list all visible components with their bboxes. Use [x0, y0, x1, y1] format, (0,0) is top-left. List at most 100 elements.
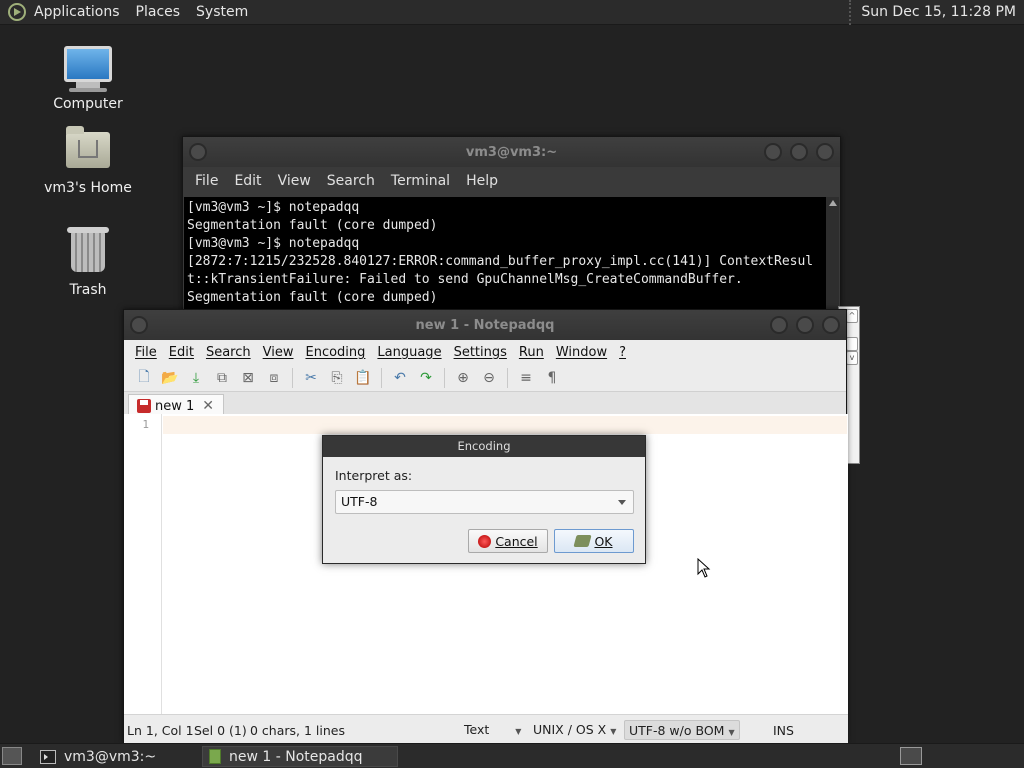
chevron-down-icon: ▼ [515, 727, 522, 736]
terminal-menu-terminal[interactable]: Terminal [383, 173, 458, 189]
terminal-output[interactable]: [vm3@vm3 ~]$ notepadqq Segmentation fault… [184, 197, 827, 313]
line-ending-selector[interactable]: UNIX / OS X ▼ [529, 720, 620, 740]
tab-close-icon[interactable]: ✕ [202, 398, 214, 414]
line-ending-value: UNIX / OS X [533, 722, 607, 737]
window-menu-icon[interactable] [130, 316, 148, 334]
save-all-icon[interactable]: ⧉ [212, 368, 232, 388]
encoding-selector[interactable]: UTF-8 w/o BOM ▼ [624, 720, 740, 740]
language-value: Text [464, 722, 490, 737]
chevron-down-icon[interactable]: v [846, 351, 858, 365]
encoding-select[interactable]: UTF-8 [335, 490, 634, 514]
terminal-icon [40, 749, 56, 764]
ok-button[interactable]: OK [554, 529, 634, 553]
menu-encoding[interactable]: Encoding [297, 345, 369, 360]
chevron-up-icon[interactable]: ^ [846, 309, 858, 323]
menu-settings[interactable]: Settings [446, 345, 511, 360]
show-desktop-icon[interactable] [2, 747, 22, 765]
window-menu-icon[interactable] [189, 143, 207, 161]
statusbar: Ln 1, Col 1 Sel 0 (1) 0 chars, 1 lines T… [124, 714, 848, 744]
terminal-line: [vm3@vm3 ~]$ notepadqq [187, 200, 360, 215]
ok-check-icon [573, 535, 593, 547]
cut-icon[interactable]: ✂ [301, 368, 321, 388]
clock[interactable]: Sun Dec 15, 11:28 PM [849, 0, 1024, 25]
language-selector[interactable]: Text ▼ [460, 720, 525, 740]
zoom-out-icon[interactable]: ⊖ [479, 368, 499, 388]
document-tabbar: new 1 ✕ [124, 392, 846, 417]
current-line-highlight [163, 416, 847, 434]
interpret-as-label: Interpret as: [335, 468, 413, 483]
menu-window[interactable]: Window [548, 345, 611, 360]
places-menu[interactable]: Places [128, 4, 189, 20]
close-all-icon[interactable]: ⧈ [264, 368, 284, 388]
taskbar-item-notepadqq[interactable]: new 1 - Notepadqq [202, 746, 398, 767]
save-icon[interactable]: ⤓ [186, 368, 206, 388]
insert-mode[interactable]: INS [773, 723, 794, 738]
copy-icon[interactable]: ⎘ [327, 368, 347, 388]
ok-label: OK [594, 533, 613, 549]
minimize-icon[interactable] [764, 143, 782, 161]
toolbar-separator [444, 367, 445, 388]
show-all-chars-icon[interactable]: ¶ [542, 368, 562, 388]
taskbar-item-terminal[interactable]: vm3@vm3:~ [34, 746, 200, 767]
menu-file[interactable]: File [127, 345, 161, 360]
toolbar-separator [507, 367, 508, 388]
encoding-value: UTF-8 w/o BOM [629, 723, 725, 738]
word-wrap-icon[interactable]: ≡ [516, 368, 536, 388]
computer-icon [64, 46, 112, 92]
close-file-icon[interactable]: ⊠ [238, 368, 258, 388]
notepadqq-titlebar[interactable]: new 1 - Notepadqq [124, 310, 846, 340]
minimize-icon[interactable] [770, 316, 788, 334]
unsaved-document-icon [137, 399, 151, 413]
terminal-scrollbar[interactable] [826, 197, 839, 313]
cursor-position: Ln 1, Col 1 [127, 723, 194, 738]
cancel-label: Cancel [495, 533, 538, 549]
terminal-titlebar[interactable]: vm3@vm3:~ [183, 137, 840, 167]
terminal-line: Segmentation fault (core dumped) [187, 290, 438, 305]
desktop-icon-label: Trash [69, 282, 107, 298]
terminal-menu-search[interactable]: Search [319, 173, 383, 189]
workspace-switcher-icon[interactable] [900, 747, 922, 765]
open-folder-icon[interactable]: 📂 [160, 368, 180, 388]
new-file-icon[interactable]: 🗋 [134, 368, 154, 388]
menu-view[interactable]: View [255, 345, 298, 360]
line-number: 1 [142, 418, 149, 431]
menu-run[interactable]: Run [511, 345, 548, 360]
notepadqq-icon [209, 749, 221, 764]
notepadqq-title: new 1 - Notepadqq [415, 317, 555, 333]
distro-logo-icon[interactable] [8, 3, 26, 21]
toolbar-separator [381, 367, 382, 388]
maximize-icon[interactable] [796, 316, 814, 334]
desktop-icon-trash[interactable]: Trash [33, 227, 143, 298]
selection-info: Sel 0 (1) [194, 723, 247, 738]
terminal-menu-file[interactable]: File [187, 173, 226, 189]
terminal-menu-edit[interactable]: Edit [226, 173, 269, 189]
menu-language[interactable]: Language [369, 345, 445, 360]
paste-icon[interactable]: 📋 [353, 368, 373, 388]
menu-edit[interactable]: Edit [161, 345, 198, 360]
menu-search[interactable]: Search [198, 345, 255, 360]
taskbar-item-label: vm3@vm3:~ [64, 748, 157, 765]
zoom-in-icon[interactable]: ⊕ [453, 368, 473, 388]
chevron-down-icon: ▼ [728, 728, 735, 737]
desktop-icon-computer[interactable]: Computer [33, 46, 143, 112]
desktop-icon-home[interactable]: vm3's Home [33, 126, 143, 196]
field-stub[interactable] [846, 337, 858, 351]
redo-icon[interactable]: ↷ [416, 368, 436, 388]
menu-help[interactable]: ? [611, 345, 630, 360]
maximize-icon[interactable] [790, 143, 808, 161]
system-menu[interactable]: System [188, 4, 256, 20]
terminal-menu-view[interactable]: View [270, 173, 319, 189]
cancel-icon [478, 534, 492, 548]
dialog-title[interactable]: Encoding [323, 436, 645, 457]
notepadqq-menubar: File Edit Search View Encoding Language … [124, 340, 846, 364]
applications-menu[interactable]: Applications [26, 4, 128, 20]
close-icon[interactable] [822, 316, 840, 334]
terminal-title: vm3@vm3:~ [465, 144, 558, 160]
char-line-count: 0 chars, 1 lines [250, 723, 345, 738]
chevron-down-icon [618, 500, 626, 505]
terminal-menu-help[interactable]: Help [458, 173, 506, 189]
close-icon[interactable] [816, 143, 834, 161]
undo-icon[interactable]: ↶ [390, 368, 410, 388]
cancel-button[interactable]: Cancel [468, 529, 548, 553]
trash-icon [67, 227, 109, 272]
